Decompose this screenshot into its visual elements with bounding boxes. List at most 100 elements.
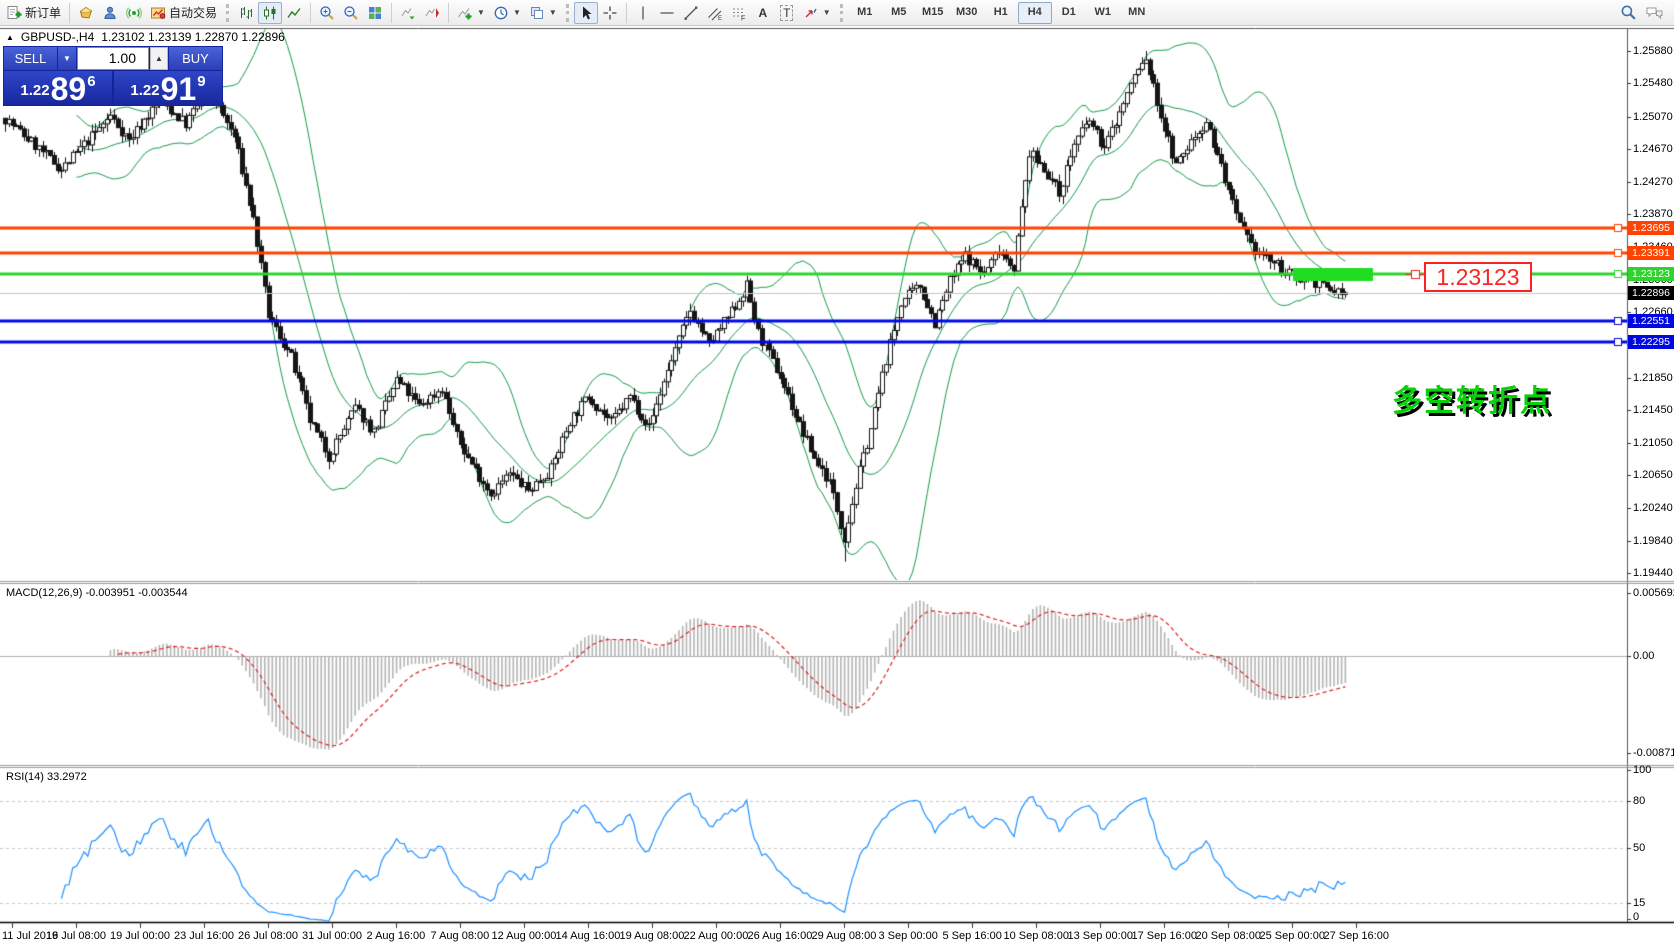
toolbar-separator xyxy=(626,3,627,23)
person-icon xyxy=(102,5,118,21)
toolbar: 新订单 自动交易 ▼ ▼ xyxy=(0,0,1674,26)
cursor-tool-button[interactable] xyxy=(574,2,598,24)
toolbar-right-group xyxy=(1620,4,1672,21)
sell-button[interactable]: SELL xyxy=(4,47,57,70)
autotrading-icon xyxy=(150,5,166,21)
search-icon[interactable] xyxy=(1620,4,1637,21)
one-click-trade-panel: SELL ▼ 1.00 ▲ BUY 1.22 89 6 1.22 91 9 xyxy=(3,46,223,106)
toolbar-separator xyxy=(448,3,449,23)
dropdown-caret-icon: ▼ xyxy=(513,8,521,17)
gold-icon xyxy=(78,5,94,21)
timeframe-button-h1[interactable]: H1 xyxy=(984,2,1018,24)
auto-scroll-icon xyxy=(400,5,416,21)
volume-input[interactable]: 1.00 xyxy=(77,47,149,70)
collapse-quote-icon[interactable]: ▲ xyxy=(6,33,14,42)
timeframe-button-h4[interactable]: H4 xyxy=(1018,2,1052,24)
autotrading-label: 自动交易 xyxy=(169,4,217,21)
timeframe-button-m15[interactable]: M15 xyxy=(916,2,950,24)
candlestick-chart-icon xyxy=(262,5,278,21)
auto-scroll-button[interactable] xyxy=(396,2,420,24)
chinese-annotation: 多空转折点 xyxy=(1392,376,1552,420)
zoom-out-icon xyxy=(343,5,359,21)
toolbar-separator xyxy=(69,3,70,23)
buy-button[interactable]: BUY xyxy=(169,47,222,70)
tile-windows-button[interactable] xyxy=(363,2,387,24)
channel-icon: E xyxy=(707,5,723,21)
arrows-tool-button[interactable]: ▼ xyxy=(799,2,835,24)
symbol-ohlc-values: 1.23102 1.23139 1.22870 1.22896 xyxy=(101,30,285,44)
trendline-icon xyxy=(683,5,699,21)
autotrading-button[interactable]: 自动交易 xyxy=(146,2,221,24)
timeframe-button-mn[interactable]: MN xyxy=(1120,2,1154,24)
timeframe-button-w1[interactable]: W1 xyxy=(1086,2,1120,24)
fibonacci-icon: F xyxy=(731,5,747,21)
fibonacci-tool-button[interactable]: F xyxy=(727,2,751,24)
bar-chart-button[interactable] xyxy=(234,2,258,24)
text-a-icon: A xyxy=(758,6,767,20)
text-label-tool-button[interactable]: T xyxy=(775,2,799,24)
dropdown-caret-icon: ▼ xyxy=(823,8,831,17)
macd-label: MACD(12,26,9) -0.003951 -0.003544 xyxy=(6,587,188,599)
sell-price-prefix: 1.22 xyxy=(20,82,49,99)
signals-button[interactable] xyxy=(122,2,146,24)
svg-text:F: F xyxy=(741,15,745,21)
tile-windows-icon xyxy=(367,5,383,21)
price-callout-label[interactable]: 1.23123 xyxy=(1424,262,1532,292)
toolbar-separator xyxy=(840,4,843,22)
text-tool-button[interactable]: A xyxy=(751,2,775,24)
buy-price-quote[interactable]: 1.22 91 9 xyxy=(114,71,222,105)
price-chart-canvas[interactable] xyxy=(0,26,1674,949)
toolbar-separator xyxy=(566,4,569,22)
line-chart-button[interactable] xyxy=(282,2,306,24)
new-order-icon xyxy=(6,5,22,21)
timeframe-button-m30[interactable]: M30 xyxy=(950,2,984,24)
toolbar-separator xyxy=(226,4,229,22)
crosshair-tool-button[interactable] xyxy=(598,2,622,24)
toolbar-separator xyxy=(310,3,311,23)
signal-icon xyxy=(126,5,142,21)
vertical-line-icon xyxy=(635,5,651,21)
trendline-tool-button[interactable] xyxy=(679,2,703,24)
sell-price-big: 89 xyxy=(51,76,87,103)
text-label-icon: T xyxy=(780,5,793,21)
volume-decrease-button[interactable]: ▼ xyxy=(58,47,76,70)
timeframe-button-m5[interactable]: M5 xyxy=(882,2,916,24)
dropdown-caret-icon: ▼ xyxy=(549,8,557,17)
symbol-ohlc-bar: ▲ GBPUSD-,H4 1.23102 1.23139 1.22870 1.2… xyxy=(6,30,285,44)
add-indicator-button[interactable]: ▼ xyxy=(453,2,489,24)
periods-button[interactable]: ▼ xyxy=(489,2,525,24)
community-button[interactable] xyxy=(98,2,122,24)
new-order-label: 新订单 xyxy=(25,4,61,21)
new-order-button[interactable]: 新订单 xyxy=(2,2,65,24)
chat-icon[interactable] xyxy=(1645,5,1664,21)
zoom-out-button[interactable] xyxy=(339,2,363,24)
candlestick-chart-button[interactable] xyxy=(258,2,282,24)
symbol-name: GBPUSD-,H4 xyxy=(21,30,94,44)
volume-increase-button[interactable]: ▲ xyxy=(150,47,168,70)
zoom-in-icon xyxy=(319,5,335,21)
svg-text:E: E xyxy=(718,16,722,21)
timeframe-button-m1[interactable]: M1 xyxy=(848,2,882,24)
zoom-in-button[interactable] xyxy=(315,2,339,24)
chart-shift-icon xyxy=(424,5,440,21)
templates-button[interactable]: ▼ xyxy=(525,2,561,24)
equidistant-channel-tool-button[interactable]: E xyxy=(703,2,727,24)
timeframe-group: M1M5M15M30H1H4D1W1MN xyxy=(848,2,1154,24)
vertical-line-tool-button[interactable] xyxy=(631,2,655,24)
dropdown-caret-icon: ▼ xyxy=(477,8,485,17)
timeframe-button-d1[interactable]: D1 xyxy=(1052,2,1086,24)
chart-window: ▲ GBPUSD-,H4 1.23102 1.23139 1.22870 1.2… xyxy=(0,26,1674,949)
arrows-icon xyxy=(803,5,819,21)
chart-shift-button[interactable] xyxy=(420,2,444,24)
line-chart-icon xyxy=(286,5,302,21)
crosshair-icon xyxy=(602,5,618,21)
horizontal-line-tool-button[interactable] xyxy=(655,2,679,24)
add-indicator-icon xyxy=(457,5,473,21)
market-button[interactable] xyxy=(74,2,98,24)
buy-price-prefix: 1.22 xyxy=(130,82,159,99)
clock-icon xyxy=(493,5,509,21)
bar-chart-icon xyxy=(238,5,254,21)
sell-price-quote[interactable]: 1.22 89 6 xyxy=(4,71,112,105)
toolbar-separator xyxy=(391,3,392,23)
buy-price-sup: 9 xyxy=(197,73,205,90)
